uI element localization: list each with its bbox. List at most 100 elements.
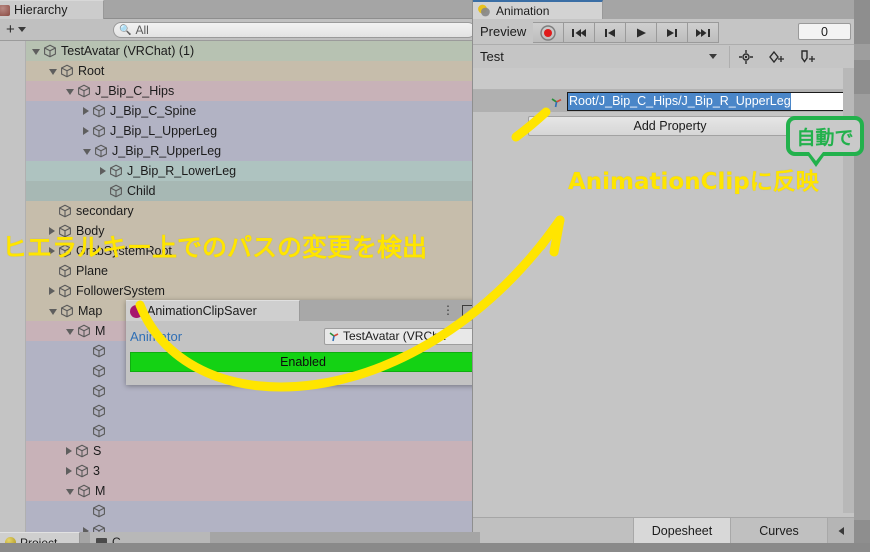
gameobject-cube-icon: [92, 344, 106, 358]
hierarchy-row-label: Plane: [76, 264, 108, 278]
add-event-button[interactable]: [792, 45, 823, 69]
expand-triangle-icon[interactable]: [49, 227, 55, 235]
animation-timeline-gutter[interactable]: [843, 68, 854, 513]
hierarchy-row-label: J_Bip_L_UpperLeg: [110, 124, 218, 138]
expand-triangle-icon[interactable]: [49, 287, 55, 295]
collapse-triangle-icon[interactable]: [66, 489, 74, 495]
collapse-triangle-icon[interactable]: [49, 69, 57, 75]
chevron-down-icon: [709, 54, 717, 59]
clipsaver-window-controls[interactable]: ⋮: [442, 303, 474, 317]
expand-triangle-icon[interactable]: [49, 247, 55, 255]
clip-dropdown[interactable]: Test: [473, 45, 729, 69]
unity-editor-window: Hierarchy + 🔍 All TestAvatar (VRChat) (1…: [0, 0, 870, 552]
search-input[interactable]: 🔍 All: [113, 22, 476, 38]
property-path-input[interactable]: Child/J_Bip_R_LowerLeg Root/J_Bip_C_Hips…: [567, 91, 851, 111]
hierarchy-row[interactable]: J_Bip_C_Spine: [26, 101, 480, 121]
collapse-triangle-icon[interactable]: [49, 309, 57, 315]
hierarchy-row[interactable]: M: [26, 481, 480, 501]
hierarchy-row-label: secondary: [76, 204, 134, 218]
hierarchy-row-label: J_Bip_C_Spine: [110, 104, 197, 118]
hierarchy-row[interactable]: TestAvatar (VRChat) (1): [26, 41, 480, 61]
hierarchy-row[interactable]: [26, 401, 480, 421]
last-frame-button[interactable]: [688, 22, 720, 43]
first-frame-button[interactable]: [564, 22, 596, 43]
expand-triangle-icon[interactable]: [100, 167, 106, 175]
gameobject-cube-icon: [109, 184, 123, 198]
animation-clip-icon: [478, 4, 490, 16]
next-frame-button[interactable]: [657, 22, 689, 43]
tab-hierarchy[interactable]: Hierarchy: [0, 0, 104, 19]
gameobject-cube-icon: [92, 404, 106, 418]
hierarchy-row[interactable]: J_Bip_R_UpperLeg: [26, 141, 480, 161]
expand-triangle-icon[interactable]: [83, 107, 89, 115]
scroll-left-button[interactable]: [827, 518, 855, 543]
add-property-button[interactable]: Add Property: [527, 116, 813, 136]
hierarchy-row[interactable]: secondary: [26, 201, 480, 221]
gameobject-cube-icon: [92, 104, 106, 118]
hierarchy-tree[interactable]: TestAvatar (VRChat) (1) Root J_Bip_C_Hips J…: [26, 41, 480, 532]
animation-tabstrip: Animation: [473, 0, 855, 19]
gameobject-cube-icon: [58, 244, 72, 258]
hierarchy-row-label: GrabSystemRoot: [76, 244, 172, 258]
hierarchy-row[interactable]: GrabSystemRoot: [26, 241, 480, 261]
hierarchy-icon: [0, 4, 10, 16]
gameobject-cube-icon: [94, 144, 108, 158]
hierarchy-row-label: M: [95, 484, 106, 498]
animation-subheader: [473, 68, 855, 90]
gameobject-cube-icon: [77, 484, 91, 498]
property-path-value: Root/J_Bip_C_Hips/J_Bip_R_UpperLeg: [568, 92, 791, 110]
hierarchy-row[interactable]: J_Bip_R_LowerLeg: [26, 161, 480, 181]
animation-dopesheet-area[interactable]: [473, 140, 844, 513]
hierarchy-row[interactable]: Root: [26, 61, 480, 81]
add-key-button[interactable]: [761, 45, 792, 69]
gameobject-cube-icon: [60, 304, 74, 318]
gameobject-cube-icon: [77, 324, 91, 338]
tab-animation-clip-saver[interactable]: AnimationClipSaver: [126, 300, 300, 321]
collapse-triangle-icon[interactable]: [83, 149, 91, 155]
add-property-row: Add Property: [473, 112, 855, 140]
previous-frame-button[interactable]: [595, 22, 627, 43]
preview-button[interactable]: Preview: [473, 19, 533, 44]
expand-triangle-icon[interactable]: [66, 447, 72, 455]
plus-icon: +: [6, 20, 15, 38]
expand-triangle-icon[interactable]: [83, 127, 89, 135]
current-frame-input[interactable]: 0: [798, 23, 851, 40]
hierarchy-panel: Hierarchy + 🔍 All TestAvatar (VRChat) (1…: [0, 0, 480, 552]
hierarchy-row[interactable]: Body: [26, 221, 480, 241]
add-key-diamond-icon: [768, 50, 784, 63]
collapse-triangle-icon[interactable]: [66, 89, 74, 95]
hierarchy-gutter: [0, 41, 26, 532]
hierarchy-row[interactable]: [26, 501, 480, 521]
skip-to-start-icon: [572, 28, 587, 37]
hierarchy-row[interactable]: J_Bip_L_UpperLeg: [26, 121, 480, 141]
transform-axis-icon: [551, 97, 562, 107]
create-object-button[interactable]: +: [2, 21, 30, 39]
animation-property-row[interactable]: Child/J_Bip_R_LowerLeg Root/J_Bip_C_Hips…: [473, 90, 855, 112]
clipsaver-body: Animator TestAvatar (VRCha Enabled: [126, 321, 480, 385]
hierarchy-row[interactable]: S: [26, 441, 480, 461]
expand-triangle-icon[interactable]: [66, 467, 72, 475]
collapse-triangle-icon[interactable]: [32, 49, 40, 55]
play-button[interactable]: [626, 22, 658, 43]
tab-curves[interactable]: Curves: [730, 518, 827, 543]
gameobject-cube-icon: [92, 424, 106, 438]
hierarchy-row[interactable]: [26, 421, 480, 441]
hierarchy-row[interactable]: [26, 521, 480, 532]
animator-object-field[interactable]: TestAvatar (VRCha: [324, 327, 476, 345]
collapse-triangle-icon[interactable]: [66, 329, 74, 335]
hierarchy-row[interactable]: J_Bip_C_Hips: [26, 81, 480, 101]
hierarchy-row-label: J_Bip_R_UpperLeg: [112, 144, 222, 158]
hierarchy-row[interactable]: 3: [26, 461, 480, 481]
hierarchy-row[interactable]: Plane: [26, 261, 480, 281]
hierarchy-row[interactable]: FollowerSystem: [26, 281, 480, 301]
animation-toolbar: Preview 0: [473, 19, 855, 44]
tab-animation[interactable]: Animation: [473, 0, 603, 19]
add-keyframe-button[interactable]: [730, 45, 761, 69]
kebab-icon[interactable]: ⋮: [442, 303, 455, 317]
tab-dopesheet[interactable]: Dopesheet: [633, 518, 730, 543]
hierarchy-row-label: S: [93, 444, 102, 458]
record-button[interactable]: [533, 22, 565, 43]
hierarchy-row-label: TestAvatar (VRChat) (1): [61, 44, 195, 58]
hierarchy-row[interactable]: Child: [26, 181, 480, 201]
enabled-toggle-button[interactable]: Enabled: [130, 352, 476, 372]
